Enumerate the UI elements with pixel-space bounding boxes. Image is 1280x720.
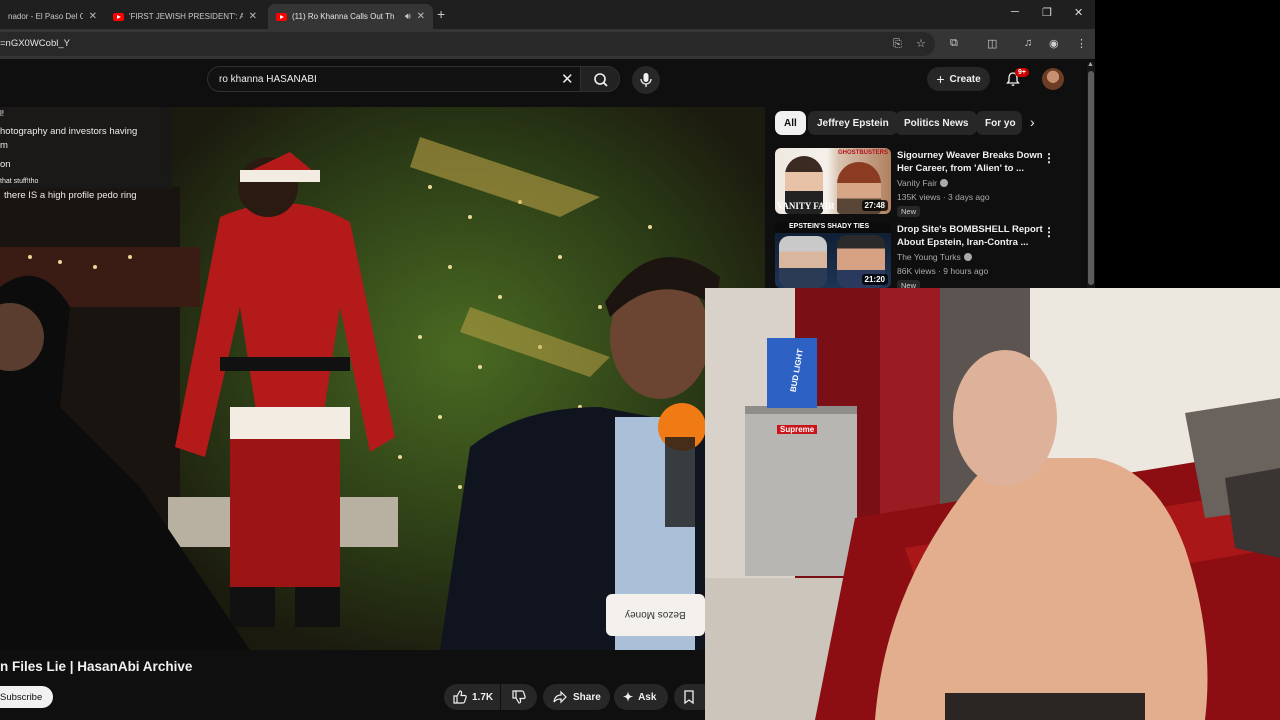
minimize-icon[interactable]: ─ (1011, 6, 1019, 18)
video-player[interactable]: Bezos Money l! hotography and investors … (0, 107, 765, 650)
chevron-right-icon[interactable]: › (1030, 114, 1035, 130)
youtube-favicon-icon (276, 12, 287, 21)
recommendation-item[interactable]: GHOSTBUSTERS VANITY FAIR 27:48 Sigourney… (775, 148, 1087, 218)
thumbnail-brand-text: VANITY FAIR (777, 201, 835, 211)
browser-toolbar: =nGX0WCobl_Y ⎘ ☆ ⧉ ◫ ♫ ◉ ⋮ (0, 29, 1095, 59)
chip-for-you[interactable]: For yo (976, 111, 1022, 135)
webcam-frame (705, 288, 1280, 720)
clear-search-icon[interactable]: ✕ (561, 70, 574, 88)
chat-message: l! (0, 109, 4, 118)
new-badge: New (897, 206, 921, 217)
share-icon (553, 690, 567, 704)
search-box[interactable]: ro khanna HASANABI ✕ (207, 66, 582, 92)
side-panel-icon[interactable]: ◫ (987, 37, 997, 50)
like-button[interactable]: 1.7K (444, 684, 500, 710)
create-button[interactable]: + Create (927, 67, 990, 91)
sparkle-icon: ✦ (623, 690, 634, 704)
speaker-icon[interactable]: 🔊︎ (405, 11, 411, 22)
chip-all[interactable]: All (775, 111, 806, 135)
video-title[interactable]: Drop Site's BOMBSHELL Report About Epste… (897, 223, 1045, 249)
tab-el-paso[interactable]: nador - El Paso Del Gi ✕ (0, 4, 105, 29)
chip-jeffrey-epstein[interactable]: Jeffrey Epstein (808, 111, 898, 135)
duration-badge: 21:20 (861, 274, 888, 285)
voice-search-button[interactable] (632, 66, 660, 94)
ask-button[interactable]: ✦ Ask (614, 684, 668, 710)
chat-message: hotography and investors having (0, 126, 138, 137)
search-input[interactable]: ro khanna HASANABI (219, 74, 317, 85)
new-tab-button[interactable]: + (437, 6, 445, 22)
share-label: Share (573, 691, 601, 703)
thumbnail-person (779, 236, 827, 288)
browser-tab-strip: nador - El Paso Del Gi ✕ 'FIRST JEWISH P… (0, 0, 1095, 29)
address-bar[interactable]: =nGX0WCobl_Y ⎘ ☆ (0, 32, 935, 56)
chat-message: on (0, 159, 11, 170)
restore-icon[interactable]: ❐ (1042, 6, 1052, 19)
video-title: n Files Lie | HasanAbi Archive (0, 659, 193, 674)
tab-title: nador - El Paso Del Gi (8, 12, 83, 21)
duration-badge: 27:48 (861, 200, 888, 211)
microphone-icon (640, 73, 652, 87)
scroll-up-arrow-icon[interactable]: ▲ (1087, 61, 1094, 68)
scrollbar-thumb[interactable] (1088, 71, 1094, 285)
thumbnail-banner-text: EPSTEIN'S SHADY TIES (789, 223, 870, 230)
window-close-icon[interactable]: ✕ (1074, 6, 1083, 19)
dislike-button[interactable] (501, 684, 537, 710)
chat-message: m (0, 140, 8, 151)
video-metadata: 86K views · 9 hours ago (897, 266, 989, 276)
notification-count-badge: 9+ (1015, 68, 1029, 77)
tab-ro-khanna[interactable]: (11) Ro Khanna Calls Out Th 🔊︎ ✕ (268, 4, 433, 29)
recommendation-item[interactable]: EPSTEIN'S SHADY TIES 21:20 Drop Site's B… (775, 222, 1087, 292)
chat-message: there IS a high profile pedo ring (4, 190, 137, 201)
install-app-icon[interactable]: ⎘ (893, 38, 902, 51)
tab-title: 'FIRST JEWISH PRESIDENT': Ade (129, 12, 243, 21)
bookmark-icon (684, 690, 694, 705)
sign-text: Bezos Money (625, 609, 686, 620)
ask-label: Ask (638, 691, 657, 703)
browser-menu-icon[interactable]: ⋮ (1076, 37, 1087, 50)
bookmark-star-icon[interactable]: ☆ (916, 37, 926, 50)
channel-name-text: The Young Turks (897, 252, 961, 262)
channel-name-text: Vanity Fair (897, 178, 937, 188)
search-button[interactable] (580, 66, 620, 92)
account-avatar[interactable] (1042, 68, 1064, 90)
subscribe-button[interactable]: Subscribe (0, 686, 53, 708)
share-button[interactable]: Share (543, 684, 610, 710)
chat-overlay: l! hotography and investors having m on … (0, 107, 172, 189)
media-controls-icon[interactable]: ♫ (1024, 37, 1032, 49)
sticker-text: Supreme (777, 425, 818, 434)
thumbnail-logo-text: GHOSTBUSTERS (837, 150, 888, 156)
webcam-overlay: BUD LIGHT Supreme (705, 288, 1280, 720)
channel-name[interactable]: The Young Turks (897, 252, 972, 262)
video-thumbnail[interactable]: EPSTEIN'S SHADY TIES 21:20 (775, 222, 891, 288)
video-metadata: 135K views · 3 days ago (897, 192, 990, 202)
profile-icon[interactable]: ◉ (1049, 37, 1059, 50)
verified-badge-icon (963, 253, 972, 261)
plus-icon: + (936, 71, 945, 87)
youtube-favicon-icon (113, 12, 124, 21)
more-actions-icon[interactable]: ⋮ (1043, 151, 1055, 165)
like-count: 1.7K (472, 691, 494, 703)
channel-name[interactable]: Vanity Fair (897, 178, 948, 188)
url-text: =nGX0WCobl_Y (0, 38, 70, 49)
tab-title: (11) Ro Khanna Calls Out Th (292, 12, 395, 21)
search-icon (594, 73, 608, 87)
create-label: Create (949, 73, 981, 85)
chip-politics-news[interactable]: Politics News (895, 111, 978, 135)
verified-badge-icon (940, 179, 948, 187)
extensions-icon[interactable]: ⧉ (950, 37, 958, 50)
chat-message: that stuff!tho (0, 178, 39, 185)
close-tab-icon[interactable]: ✕ (249, 11, 257, 22)
thumbs-down-icon (512, 690, 526, 704)
close-tab-icon[interactable]: ✕ (417, 11, 425, 22)
video-thumbnail[interactable]: GHOSTBUSTERS VANITY FAIR 27:48 (775, 148, 891, 214)
thumbs-up-icon (453, 690, 467, 704)
more-actions-icon[interactable]: ⋮ (1043, 225, 1055, 239)
tab-first-jewish-president[interactable]: 'FIRST JEWISH PRESIDENT': Ade ✕ (105, 4, 265, 29)
close-tab-icon[interactable]: ✕ (89, 11, 97, 22)
video-title[interactable]: Sigourney Weaver Breaks Down Her Career,… (897, 149, 1045, 175)
